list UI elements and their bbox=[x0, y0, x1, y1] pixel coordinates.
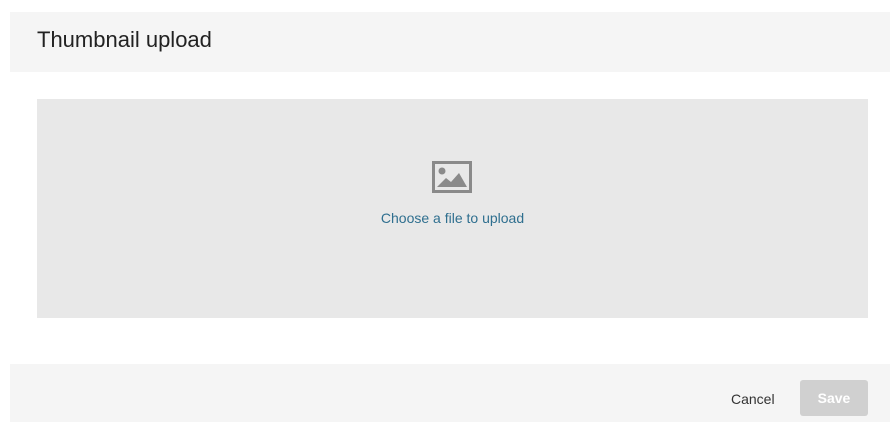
thumbnail-upload-dialog: Thumbnail upload Choose a file to upload… bbox=[0, 0, 890, 422]
choose-file-link[interactable]: Choose a file to upload bbox=[37, 209, 868, 227]
save-button[interactable]: Save bbox=[800, 380, 868, 416]
dialog-title: Thumbnail upload bbox=[37, 27, 212, 52]
dialog-header: Thumbnail upload bbox=[10, 12, 890, 72]
dialog-footer: Cancel Save bbox=[10, 364, 890, 422]
image-placeholder-icon bbox=[432, 161, 472, 193]
file-dropzone[interactable]: Choose a file to upload bbox=[37, 99, 868, 318]
cancel-button[interactable]: Cancel bbox=[721, 384, 785, 414]
